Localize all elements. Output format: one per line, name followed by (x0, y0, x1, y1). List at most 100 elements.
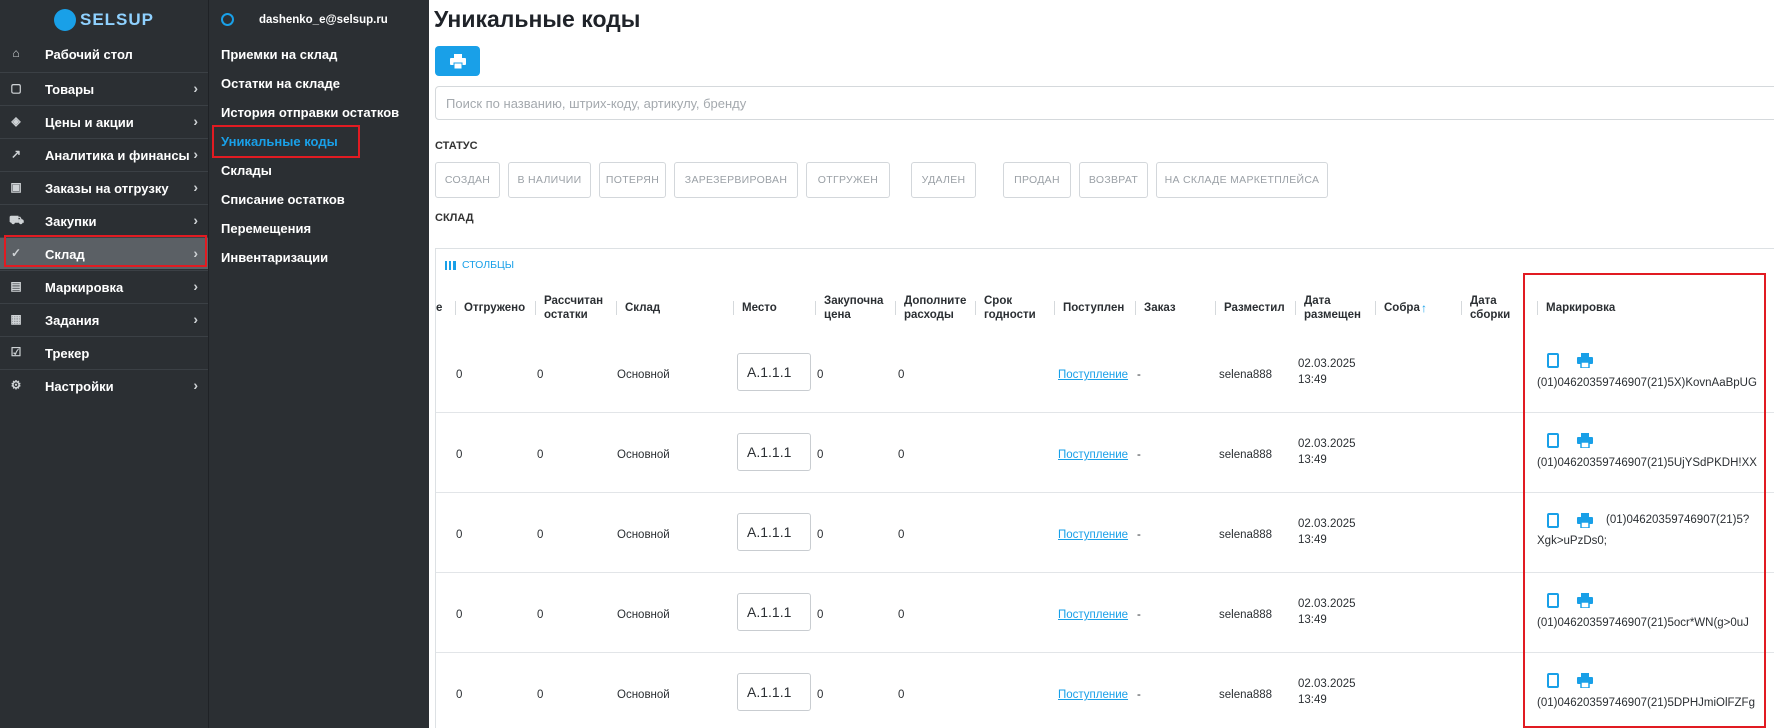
chevron-right-icon: › (193, 245, 198, 261)
place-input[interactable]: А.1.1.1 (737, 673, 811, 711)
copy-icon[interactable] (1547, 353, 1559, 368)
column-separator (1375, 301, 1376, 315)
marking-code: (01)04620359746907(21)5UjYSdPKDH!XX (1537, 457, 1757, 469)
logo[interactable]: SELSUP (0, 0, 208, 40)
status-chip[interactable]: ПОТЕРЯН (599, 162, 666, 198)
status-chip[interactable]: ОТГРУЖЕН (806, 162, 890, 198)
sidebar-item-1[interactable]: ⌂ Рабочий стол (0, 38, 208, 70)
column-separator (815, 301, 816, 315)
submenu-item-4[interactable]: Уникальные коды (221, 134, 338, 149)
sidebar-item-label: Трекер (45, 346, 90, 361)
place-input[interactable]: А.1.1.1 (737, 433, 811, 471)
submenu-item-1[interactable]: Приемки на склад (221, 47, 337, 62)
copy-icon[interactable] (1547, 673, 1559, 688)
sidebar-item-6[interactable]: ⛟ Закупки › (0, 204, 208, 236)
chevron-right-icon: › (193, 80, 198, 96)
printer-icon[interactable] (1577, 593, 1593, 613)
printer-icon[interactable] (1577, 513, 1593, 533)
column-header[interactable]: Срок годности (984, 287, 1040, 329)
sidebar-item-9[interactable]: ▦ Задания › (0, 303, 208, 335)
place-input[interactable]: А.1.1.1 (737, 353, 811, 391)
order-value: - (1137, 689, 1141, 701)
sidebar-item-label: Настройки (45, 379, 114, 394)
printer-icon[interactable] (1577, 433, 1593, 453)
column-header[interactable]: Рассчитан остатки (544, 287, 612, 329)
calculated-value: 0 (537, 529, 544, 541)
copy-icon[interactable] (1547, 593, 1559, 608)
receipt-link[interactable]: Поступление (1058, 369, 1128, 381)
receipt-link[interactable]: Поступление (1058, 609, 1128, 621)
status-chip[interactable]: СОЗДАН (435, 162, 500, 198)
copy-icon[interactable] (1547, 433, 1559, 448)
status-chip[interactable]: ЗАРЕЗЕРВИРОВАН (674, 162, 798, 198)
sidebar-item-11[interactable]: ⚙ Настройки › (0, 369, 208, 401)
column-header[interactable]: Дата сборки (1470, 287, 1530, 329)
status-chip[interactable]: НА СКЛАДЕ МАРКЕТПЛЕЙСА (1156, 162, 1328, 198)
column-header[interactable]: Склад (625, 287, 685, 329)
column-header[interactable]: е (436, 287, 446, 329)
warehouse-value: Основной (617, 689, 670, 701)
columns-button[interactable]: СТОЛБЦЫ (445, 259, 514, 271)
sort-up-icon[interactable]: ↑ (1421, 287, 1433, 329)
column-header[interactable]: Заказ (1144, 287, 1184, 329)
submenu-item-2[interactable]: Остатки на складе (221, 76, 340, 91)
column-header[interactable]: Поступлен (1063, 287, 1125, 329)
placed-time-value: 13:49 (1298, 374, 1327, 386)
receipt-link[interactable]: Поступление (1058, 689, 1128, 701)
sidebar-item-10[interactable]: ☑ Трекер (0, 336, 208, 368)
shipped-value: 0 (456, 449, 463, 461)
receipt-link[interactable]: Поступление (1058, 529, 1128, 541)
column-separator (895, 301, 896, 315)
column-header[interactable]: Место (742, 287, 792, 329)
placed-date-value: 02.03.2025 (1298, 358, 1356, 370)
column-header[interactable]: Дата размещен (1304, 287, 1370, 329)
printer-icon[interactable] (1577, 353, 1593, 373)
printer-icon[interactable] (1577, 673, 1593, 693)
calculated-value: 0 (537, 689, 544, 701)
status-chip[interactable]: ВОЗВРАТ (1079, 162, 1148, 198)
submenu-item-7[interactable]: Перемещения (221, 221, 311, 236)
sidebar-item-8[interactable]: ▤ Маркировка › (0, 270, 208, 302)
column-header[interactable]: Маркировка (1546, 287, 1636, 329)
print-button[interactable] (435, 46, 480, 76)
place-input[interactable]: А.1.1.1 (737, 513, 811, 551)
sidebar-item-5[interactable]: ▣ Заказы на отгрузку › (0, 171, 208, 203)
sidebar-item-7[interactable]: ✓ Склад › (0, 237, 208, 269)
purchase-price-value: 0 (817, 609, 824, 621)
marking-code: (01)04620359746907(21)5ocr*WN(g>0uJ (1537, 617, 1749, 629)
column-header[interactable]: Закупочна цена (824, 287, 886, 329)
order-value: - (1137, 609, 1141, 621)
logo-icon (53, 9, 76, 31)
status-chip[interactable]: УДАЛЕН (911, 162, 976, 198)
column-header[interactable]: Собра (1384, 287, 1448, 329)
chevron-right-icon: › (193, 377, 198, 393)
extra-costs-value: 0 (898, 369, 905, 381)
placed-by-value: selena888 (1219, 449, 1273, 461)
copy-icon[interactable] (1547, 513, 1559, 528)
submenu-panel: dashenko_e@selsup.ru Приемки на склад Ост… (208, 0, 429, 728)
sidebar-item-4[interactable]: ↗ Аналитика и финансы › (0, 138, 208, 170)
column-header[interactable]: Разместил (1224, 287, 1290, 329)
submenu-item-8[interactable]: Инвентаризации (221, 250, 328, 265)
warehouse-value: Основной (617, 449, 670, 461)
sidebar-item-2[interactable]: ▢ Товары › (0, 72, 208, 104)
status-chip[interactable]: ПРОДАН (1003, 162, 1071, 198)
box-icon: ▣ (10, 180, 22, 194)
marking-code-continuation: Xgk>uPzDs0; (1537, 535, 1607, 547)
receipt-link[interactable]: Поступление (1058, 449, 1128, 461)
place-input[interactable]: А.1.1.1 (737, 593, 811, 631)
submenu-item-5[interactable]: Склады (221, 163, 272, 178)
status-chip[interactable]: В НАЛИЧИИ (508, 162, 591, 198)
submenu-item-6[interactable]: Списание остатков (221, 192, 345, 207)
column-header[interactable]: Дополните расходы (904, 287, 968, 329)
submenu-item-3[interactable]: История отправки остатков (221, 105, 399, 120)
sidebar-item-3[interactable]: ◈ Цены и акции › (0, 105, 208, 137)
column-separator (1054, 301, 1055, 315)
columns-button-label: СТОЛБЦЫ (462, 259, 515, 271)
column-separator (1537, 301, 1538, 315)
user-account[interactable]: dashenko_e@selsup.ru (221, 13, 388, 26)
search-input[interactable] (435, 86, 1774, 120)
purchase-price-value: 0 (817, 689, 824, 701)
column-header[interactable]: Отгружено (464, 287, 526, 329)
placed-by-value: selena888 (1219, 529, 1273, 541)
